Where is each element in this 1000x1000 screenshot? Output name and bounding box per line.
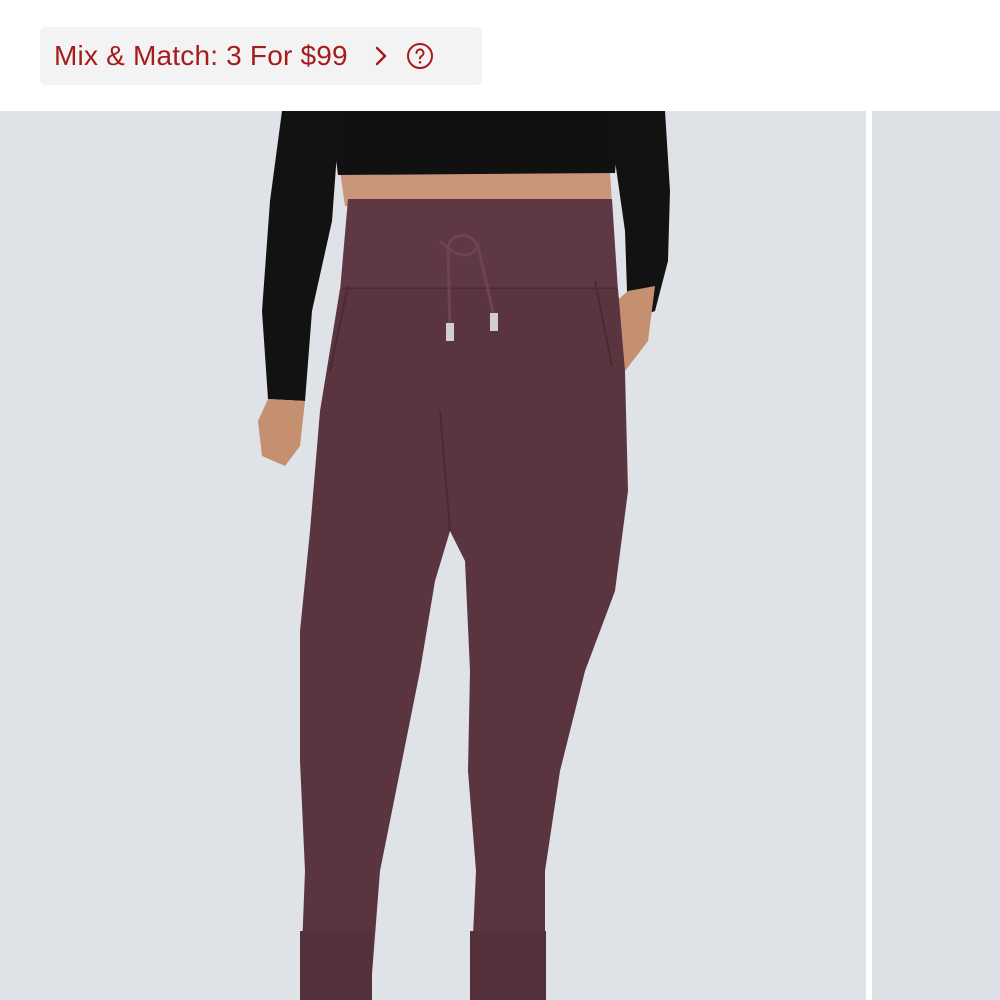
product-image-gallery[interactable] (0, 111, 1000, 1000)
question-circle-icon[interactable] (406, 42, 434, 70)
product-main-image[interactable] (0, 111, 866, 1000)
product-next-image-peek[interactable] (872, 111, 1000, 1000)
product-photo-illustration (0, 111, 866, 1000)
promo-banner[interactable]: Mix & Match: 3 For $99 (40, 27, 482, 85)
promo-label: Mix & Match: 3 For $99 (54, 40, 348, 71)
chevron-right-icon (370, 45, 392, 67)
